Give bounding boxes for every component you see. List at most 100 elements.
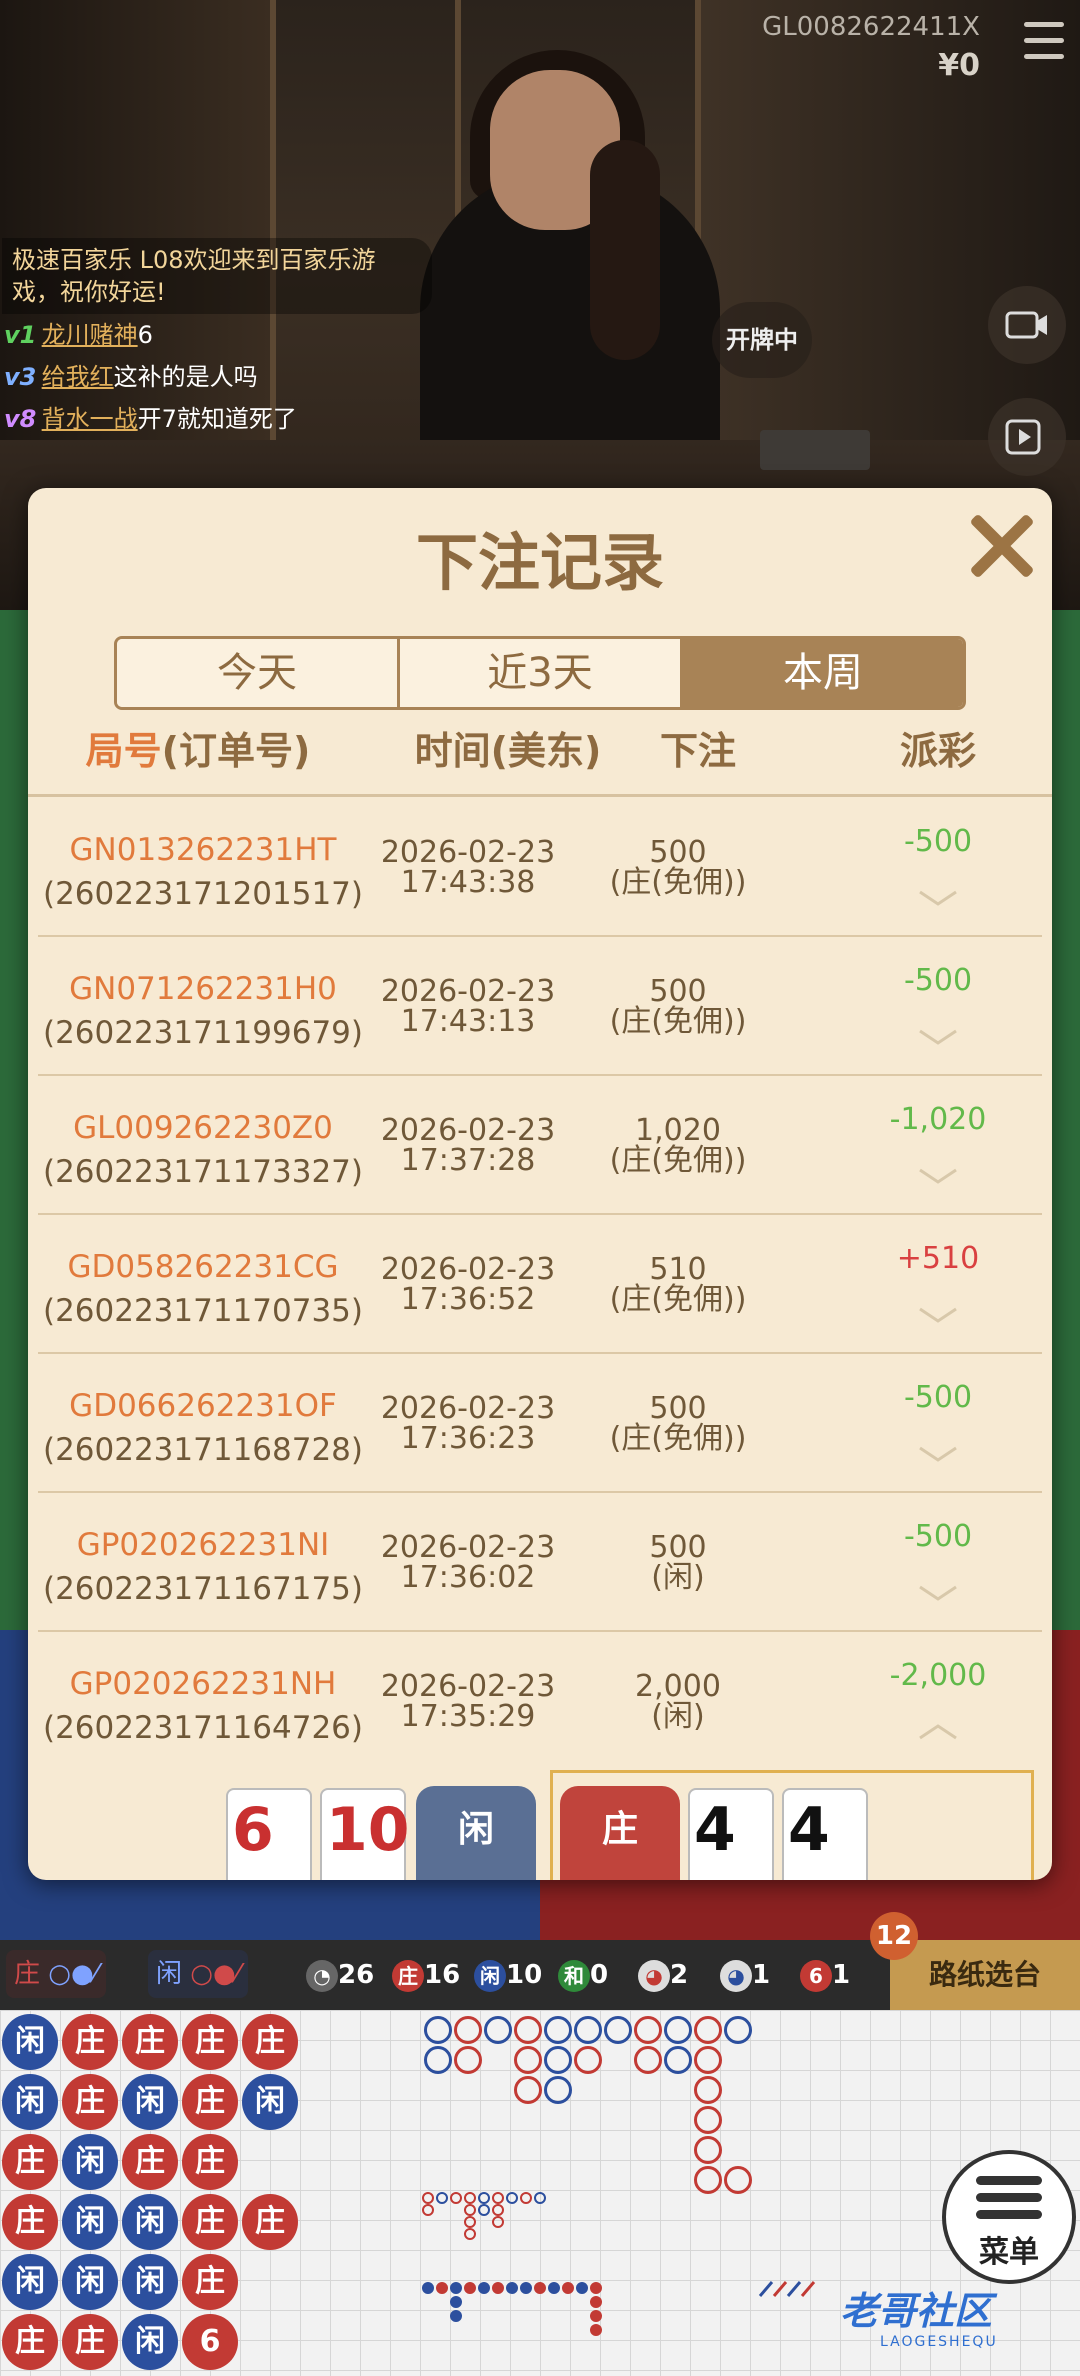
round-detail: 6 10 闲 庄 4 4: [28, 1770, 1052, 1880]
bead-road-item: 闲: [62, 2134, 118, 2190]
chevron-down-icon[interactable]: [918, 1305, 958, 1325]
modal-title: 下注记录: [415, 526, 664, 599]
bet-amount: 2,000 (闲): [635, 1669, 721, 1734]
bead-road-item: 庄: [242, 2014, 298, 2070]
chat-username[interactable]: 背水一战: [42, 405, 138, 433]
player-side-tag: 闲: [416, 1786, 536, 1880]
table-row[interactable]: GD058262231CG (260223171170735) 2026-02-2…: [38, 1215, 1042, 1354]
chat-panel: 极速百家乐 L08欢迎来到百家乐游戏，祝你好运! v1 龙川赌神6 v3 给我红…: [0, 238, 440, 440]
chevron-up-icon[interactable]: [918, 1722, 958, 1742]
chat-username[interactable]: 龙川赌神: [42, 321, 138, 349]
bet-amount: 500 (庄(免佣)): [609, 1391, 747, 1456]
big-road-ring: [544, 2076, 572, 2104]
tab-this-week[interactable]: 本周: [683, 639, 963, 707]
menu-label: 菜单: [979, 2235, 1039, 2270]
big-road-ring: [634, 2046, 662, 2074]
bead-road-item: 庄: [2, 2314, 58, 2370]
banker-count: 庄 16: [392, 1955, 460, 1995]
big-road-ring: [634, 2016, 662, 2044]
table-row[interactable]: GN013262231HT (260223171201517) 2026-02-2…: [38, 798, 1042, 937]
table-header: 局号(订单号) 时间(美东) 下注 派彩: [28, 720, 1052, 786]
bet-time: 2026-02-23 17:35:29: [380, 1669, 556, 1734]
account-id: GL0082622411X: [762, 12, 980, 42]
chevron-down-icon[interactable]: [918, 1166, 958, 1186]
chevron-down-icon[interactable]: [918, 1444, 958, 1464]
bead-road-item: 闲: [2, 2254, 58, 2310]
column-round: 局号(订单号): [85, 729, 311, 773]
vip-level-badge: v8: [4, 405, 37, 433]
player-pair-icon: ◕: [720, 1959, 752, 1992]
bead-road-item: 庄: [122, 2134, 178, 2190]
bead-road-item: 庄: [62, 2014, 118, 2070]
derived-road-dots: [422, 2192, 546, 2240]
bead-road-item: 闲: [62, 2194, 118, 2250]
banker-pair-count: ◕ 2: [638, 1955, 688, 1995]
chat-username[interactable]: 给我红: [42, 363, 114, 391]
big-road-ring: [484, 2016, 512, 2044]
chevron-down-icon[interactable]: [918, 1027, 958, 1047]
bet-time: 2026-02-23 17:36:52: [380, 1252, 556, 1317]
bet-history-modal: 下注记录 今天 近3天 本周 局号(订单号) 时间(美东) 下注 派彩 GN01…: [28, 488, 1052, 1880]
ask-banker-button[interactable]: 庄 ○●⁄: [6, 1950, 106, 1998]
big-road-ring: [604, 2016, 632, 2044]
bead-road-item: 闲: [122, 2254, 178, 2310]
road-select-button[interactable]: 路纸选台: [890, 1940, 1080, 2010]
table-row[interactable]: GP020262231NI (260223171167175) 2026-02-2…: [38, 1493, 1042, 1632]
banker-card: 4: [782, 1788, 868, 1880]
menu-button[interactable]: 菜单: [942, 2150, 1076, 2284]
bead-road-item: 庄: [122, 2014, 178, 2070]
big-road-ring: [544, 2046, 572, 2074]
chevron-down-icon[interactable]: [918, 888, 958, 908]
table-row[interactable]: GL009262230Z0 (260223171173327) 2026-02-2…: [38, 1076, 1042, 1215]
tie-count: 和0: [558, 1955, 608, 1995]
tab-3days[interactable]: 近3天: [400, 639, 683, 707]
payout-value: -500: [903, 1380, 973, 1415]
video-toggle-button[interactable]: [988, 398, 1066, 476]
big-road-ring: [664, 2016, 692, 2044]
chat-message: 6: [137, 321, 153, 349]
hamburger-icon[interactable]: [1024, 22, 1064, 64]
player-card: 10: [320, 1788, 410, 1880]
bet-amount: 500 (庄(免佣)): [609, 835, 747, 900]
watermark-logo-sub: LAOGESHEQU: [880, 2334, 998, 2350]
round-id: GN013262231HT (260223171201517): [42, 832, 364, 912]
video-icon: [1005, 419, 1041, 455]
ask-player-button[interactable]: 闲 ○●⁄: [148, 1950, 248, 1998]
payout-value: -500: [903, 1519, 973, 1554]
table-count-badge: 12: [870, 1912, 918, 1960]
big-road-ring: [454, 2016, 482, 2044]
banker-side-tag: 庄: [560, 1786, 680, 1880]
big-road-ring: [694, 2166, 722, 2194]
table-row[interactable]: GN071262231H0 (260223171199679) 2026-02-2…: [38, 937, 1042, 1076]
bead-road-item: 庄: [182, 2074, 238, 2130]
tab-today[interactable]: 今天: [117, 639, 400, 707]
menu-list-icon: [976, 2176, 1042, 2219]
round-id: GD066262231OF (260223171168728): [42, 1388, 364, 1468]
bet-time: 2026-02-23 17:36:02: [380, 1530, 556, 1595]
total-count: ◔ 26: [306, 1955, 374, 1995]
dealer-hair: [590, 140, 660, 360]
bead-road-item: 闲: [122, 2074, 178, 2130]
ask-road-dots-icon: ○●⁄: [190, 1959, 240, 1989]
round-id: GP020262231NI (260223171167175): [42, 1527, 364, 1607]
player-count: 闲 10: [474, 1955, 542, 1995]
close-icon[interactable]: [964, 508, 1038, 582]
camera-switch-button[interactable]: [988, 286, 1066, 364]
bet-time: 2026-02-23 17:43:13: [380, 974, 556, 1039]
vip-level-badge: v3: [4, 363, 37, 391]
big-road-ring: [724, 2016, 752, 2044]
banker-card: 4: [688, 1788, 774, 1880]
payout-value: -500: [903, 963, 973, 998]
bead-road-item: 庄: [2, 2194, 58, 2250]
table-row[interactable]: GD066262231OF (260223171168728) 2026-02-2…: [38, 1354, 1042, 1493]
chevron-down-icon[interactable]: [918, 1583, 958, 1603]
bet-time: 2026-02-23 17:43:38: [380, 835, 556, 900]
bead-road-item: 闲: [2, 2074, 58, 2130]
bead-road-item: 6: [182, 2314, 238, 2370]
big-road-ring: [694, 2016, 722, 2044]
player-pair-count: ◕ 1: [720, 1955, 770, 1995]
big-road-ring: [694, 2136, 722, 2164]
bead-road-item: 庄: [2, 2134, 58, 2190]
table-row[interactable]: GP020262231NH (260223171164726) 2026-02-2…: [38, 1632, 1042, 1771]
big-road-ring: [424, 2016, 452, 2044]
